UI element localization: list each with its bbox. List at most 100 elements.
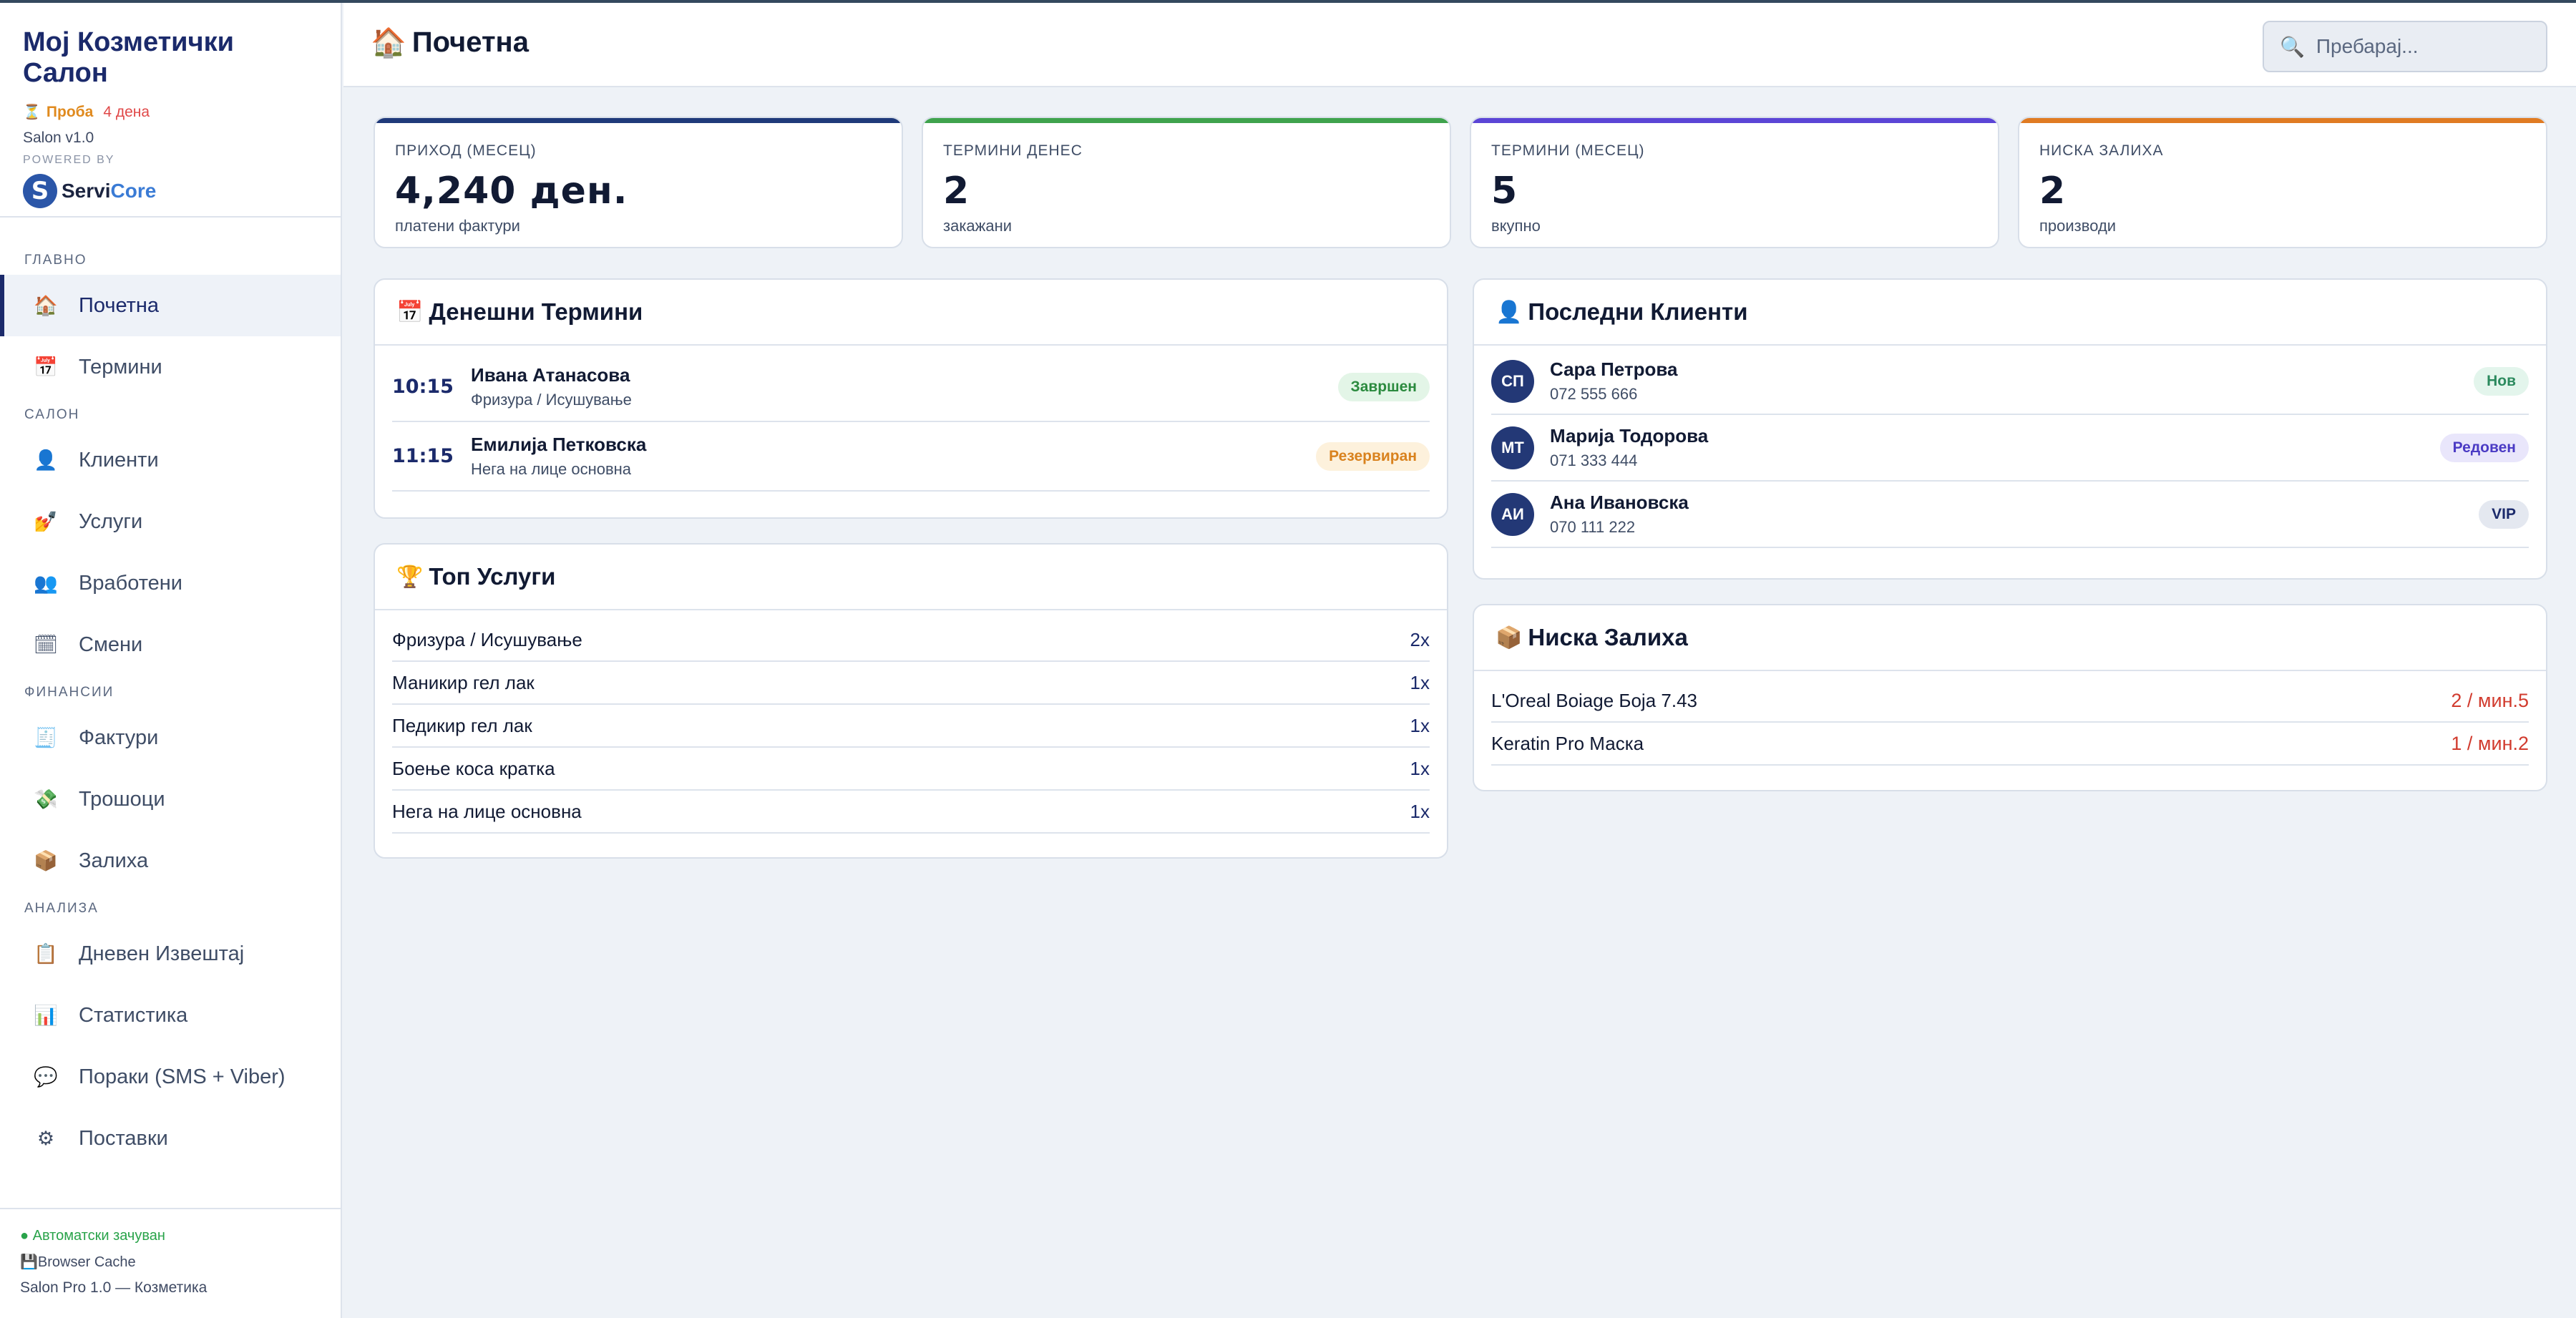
user-icon: 👤 <box>34 449 58 472</box>
appointment-time: 10:15 <box>392 376 454 398</box>
top-services-list: Фризура / Исушување 2x Маникир гел лак 1x Пе… <box>375 610 1447 834</box>
stat-subtitle: платени фактури <box>395 217 520 235</box>
sidebar-item[interactable]: 🗓 Смени <box>0 614 341 675</box>
service-name: Фризура / Исушување <box>392 628 582 650</box>
appointment-row[interactable]: 10:15 Ивана Атанасова Фризура / Исушување З… <box>392 353 1430 422</box>
top-services-header: 🏆 Топ Услуги <box>375 545 1447 610</box>
low-stock-list: L'Oreal Boiage Боја 7.43 2 / мин.5 Keratin… <box>1474 671 2546 766</box>
sidebar-item-label: Дневен Извештај <box>79 942 245 965</box>
avatar: МТ <box>1491 426 1534 469</box>
client-name: Марија Тодорова <box>1550 425 1709 446</box>
avatar: СП <box>1491 359 1534 403</box>
trial-label: Проба <box>46 103 94 120</box>
stat-accent-bar <box>375 118 902 123</box>
sidebar-item-label: Залиха <box>79 849 149 872</box>
client-phone: 071 333 444 <box>1550 451 1638 469</box>
calendar-icon: 📅 <box>34 356 58 379</box>
sidebar-item[interactable]: 📦 Залиха <box>0 830 341 892</box>
hourglass-icon: ⏳ <box>23 104 41 120</box>
sidebar-item[interactable]: ⚙ Поставки <box>0 1108 341 1169</box>
sidebar-item[interactable]: 🧾 Фактури <box>0 707 341 768</box>
recent-clients-header: 👤 Последни Клиенти <box>1474 280 2546 346</box>
service-name: Боење коса кратка <box>392 757 555 779</box>
sidebar: Мој Козметички Салон ⏳ Проба 4 дена Salo… <box>0 3 342 1318</box>
sidebar-item[interactable]: 💅 Услуги <box>0 491 341 552</box>
stat-label: ПРИХОД (МЕСЕЦ) <box>395 142 537 159</box>
appointment-service: Нега на лице основна <box>471 460 632 478</box>
service-count: 1x <box>1410 714 1430 736</box>
nav-section-title: САЛОН <box>24 407 80 422</box>
sidebar-item[interactable]: 💬 Пораки (SMS + Viber) <box>0 1046 341 1108</box>
home-icon: 🏠 <box>371 26 406 59</box>
sidebar-item-label: Смени <box>79 633 143 656</box>
stat-value: 5 <box>1491 170 1518 213</box>
client-row[interactable]: АИ Ана Ивановска 070 111 222 VIP <box>1491 482 2529 548</box>
stat-value: 4,240 ден. <box>395 170 628 213</box>
service-row: Педикир гел лак 1x <box>392 705 1430 748</box>
stock-quantity: 1 / мин.2 <box>2451 732 2529 754</box>
trial-badge: ⏳ Проба 4 дена <box>23 103 318 121</box>
appointment-info: Ивана Атанасова Фризура / Исушување <box>471 364 632 409</box>
search-box[interactable]: 🔍 <box>2263 21 2547 72</box>
chart-icon: 📊 <box>34 1005 58 1027</box>
service-count: 1x <box>1410 800 1430 822</box>
appointment-row[interactable]: 11:15 Емилија Петковска Нега на лице основ… <box>392 422 1430 492</box>
sidebar-item[interactable]: 🏠 Почетна <box>0 275 341 336</box>
powered-by-label: POWERED BY <box>23 154 115 166</box>
sidebar-item-label: Клиенти <box>79 448 159 472</box>
client-row[interactable]: МТ Марија Тодорова 071 333 444 Редовен <box>1491 415 2529 482</box>
home-icon: 🏠 <box>34 295 58 317</box>
search-input[interactable] <box>2316 35 2531 58</box>
service-name: Педикир гел лак <box>392 714 532 736</box>
low-stock-panel: 📦 Ниска Залиха L'Oreal Boiage Боја 7.43 2… <box>1473 604 2547 791</box>
sidebar-item[interactable]: 👤 Клиенти <box>0 429 341 491</box>
trial-days: 4 дена <box>103 103 150 120</box>
recent-clients-title: Последни Клиенти <box>1528 298 1748 325</box>
service-row: Фризура / Исушување 2x <box>392 619 1430 662</box>
logo-text-a: Servi <box>62 180 111 202</box>
service-count: 1x <box>1410 671 1430 693</box>
nav-section-title: АНАЛИЗА <box>24 901 99 916</box>
stock-quantity: 2 / мин.5 <box>2451 689 2529 711</box>
servicore-logo-text: ServiCore <box>62 180 156 202</box>
recent-clients-panel: 👤 Последни Клиенти СП Сара Петрова 072 555… <box>1473 278 2547 580</box>
sidebar-item[interactable]: 📋 Дневен Извештај <box>0 923 341 985</box>
stat-accent-bar <box>1471 118 1998 123</box>
client-info: Ана Ивановска 070 111 222 <box>1550 492 1689 537</box>
stat-value: 2 <box>2039 170 2067 213</box>
today-appointments-list: 10:15 Ивана Атанасова Фризура / Исушување З… <box>375 346 1447 492</box>
sidebar-item[interactable]: 📅 Термини <box>0 336 341 398</box>
sidebar-item-label: Термини <box>79 355 162 379</box>
stock-row: Keratin Pro Маска 1 / мин.2 <box>1491 723 2529 766</box>
sidebar-item[interactable]: 💸 Трошоци <box>0 768 341 830</box>
stock-row: L'Oreal Boiage Боја 7.43 2 / мин.5 <box>1491 680 2529 723</box>
client-row[interactable]: СП Сара Петрова 072 555 666 Нов <box>1491 348 2529 415</box>
service-count: 2x <box>1410 628 1430 650</box>
client-tag-badge: Нов <box>2474 366 2529 396</box>
appointment-info: Емилија Петковска Нега на лице основна <box>471 434 646 479</box>
appointment-client-name: Емилија Петковска <box>471 434 647 455</box>
page-title: 🏠 Почетна <box>371 26 529 59</box>
client-name: Сара Петрова <box>1550 358 1678 380</box>
report-icon: 📋 <box>34 943 58 965</box>
stat-card: ПРИХОД (МЕСЕЦ) 4,240 ден. платени фактури <box>374 117 903 248</box>
stat-card: ТЕРМИНИ (МЕСЕЦ) 5 вкупно <box>1470 117 1999 248</box>
service-row: Маникир гел лак 1x <box>392 662 1430 705</box>
salon-title: Мој Козметички Салон <box>23 27 234 88</box>
service-name: Маникир гел лак <box>392 671 535 693</box>
chat-icon: 💬 <box>34 1066 58 1088</box>
sidebar-item-label: Вработени <box>79 571 182 595</box>
sidebar-item[interactable]: 📊 Статистика <box>0 985 341 1046</box>
client-name: Ана Ивановска <box>1550 492 1689 513</box>
user-icon: 👤 <box>1496 299 1523 325</box>
nav-section-title: ФИНАНСИИ <box>24 685 114 700</box>
calendar-icon: 📅 <box>396 299 424 325</box>
client-tag-badge: Редовен <box>2439 433 2529 462</box>
sidebar-item[interactable]: 👥 Вработени <box>0 552 341 614</box>
sidebar-item-label: Статистика <box>79 1003 188 1027</box>
status-badge: Завршен <box>1337 372 1430 401</box>
service-row: Боење коса кратка 1x <box>392 748 1430 791</box>
appointment-client-name: Ивана Атанасова <box>471 364 630 386</box>
top-header: 🏠 Почетна 🔍 <box>343 3 2576 87</box>
low-stock-header: 📦 Ниска Залиха <box>1474 605 2546 671</box>
